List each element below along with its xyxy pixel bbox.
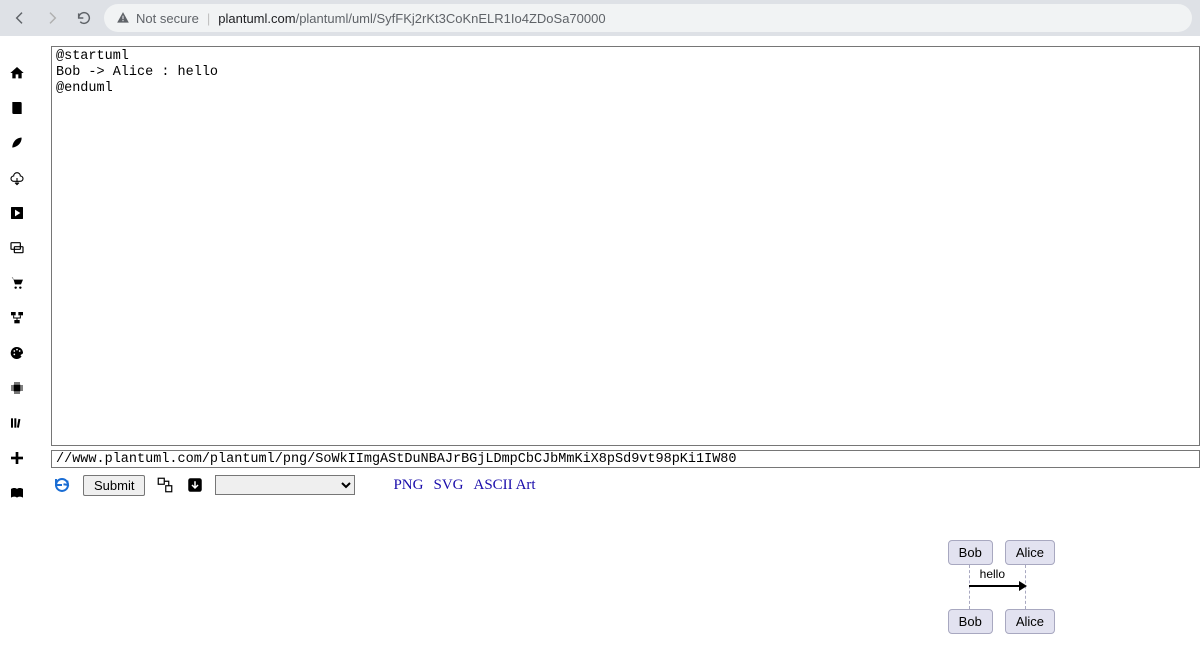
extract-window-icon[interactable]	[155, 475, 175, 495]
cloud-icon[interactable]	[8, 169, 26, 187]
diagram-icon[interactable]	[8, 309, 26, 327]
plus-icon[interactable]	[8, 449, 26, 467]
refresh-icon[interactable]	[51, 474, 73, 496]
rendered-diagram: Bob Alice hello Bob Alice	[948, 540, 1055, 634]
sidebar	[0, 36, 33, 670]
play-icon[interactable]	[8, 204, 26, 222]
arrow-line	[969, 585, 1025, 587]
url-text: plantuml.com/plantuml/uml/SyfFKj2rKt3CoK…	[218, 11, 605, 26]
book-icon[interactable]	[8, 99, 26, 117]
svg-link[interactable]: SVG	[433, 477, 463, 494]
actor-bob-top: Bob	[948, 540, 993, 565]
reload-button[interactable]	[72, 6, 96, 30]
theme-select[interactable]	[215, 475, 355, 495]
lifeline-bob	[969, 565, 970, 609]
cart-icon[interactable]	[8, 274, 26, 292]
actor-alice-top: Alice	[1005, 540, 1055, 565]
chat-icon[interactable]	[8, 239, 26, 257]
forward-button[interactable]	[40, 6, 64, 30]
palette-icon[interactable]	[8, 344, 26, 362]
actor-bob-bottom: Bob	[948, 609, 993, 634]
address-bar[interactable]: Not secure | plantuml.com/plantuml/uml/S…	[104, 4, 1192, 32]
ascii-link[interactable]: ASCII Art	[474, 477, 536, 494]
image-url-input[interactable]	[51, 450, 1200, 468]
address-separator: |	[207, 11, 210, 26]
rocket-icon[interactable]	[8, 134, 26, 152]
format-links: PNG SVG ASCII Art	[393, 477, 535, 494]
back-button[interactable]	[8, 6, 32, 30]
download-icon[interactable]	[185, 475, 205, 495]
security-label: Not secure	[136, 11, 199, 26]
actor-alice-bottom: Alice	[1005, 609, 1055, 634]
read-icon[interactable]	[8, 484, 26, 502]
chip-icon[interactable]	[8, 379, 26, 397]
library-icon[interactable]	[8, 414, 26, 432]
message-label: hello	[980, 567, 1005, 581]
home-icon[interactable]	[8, 64, 26, 82]
uml-editor[interactable]	[51, 46, 1200, 446]
arrow-head-icon	[1019, 581, 1027, 591]
security-indicator: Not secure	[116, 11, 199, 26]
submit-button[interactable]: Submit	[83, 475, 145, 496]
png-link[interactable]: PNG	[393, 477, 423, 494]
browser-toolbar: Not secure | plantuml.com/plantuml/uml/S…	[0, 0, 1200, 36]
toolbar: Submit PNG SVG ASCII Art	[51, 474, 1200, 496]
